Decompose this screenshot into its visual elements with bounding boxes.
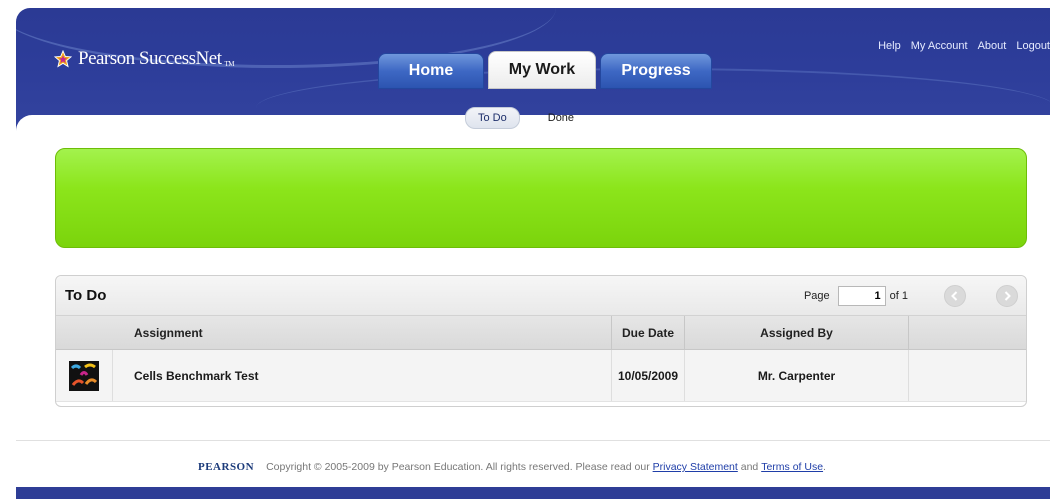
column-header-assigned-by[interactable]: Assigned By	[685, 316, 909, 349]
utility-links: Help My Account About Logout	[878, 40, 1050, 52]
work-subtabs: To Do Done	[465, 107, 586, 129]
tab-home[interactable]: Home	[378, 53, 484, 89]
privacy-statement-link[interactable]: Privacy Statement	[653, 461, 738, 473]
main-tabs: Home My Work Progress	[378, 51, 712, 89]
terms-of-use-link[interactable]: Terms of Use	[761, 461, 823, 473]
row-icon-cell	[56, 350, 113, 401]
subtab-to-do[interactable]: To Do	[465, 107, 520, 129]
page-label: Page	[803, 289, 830, 302]
copyright-text: Copyright © 2005-2009 by Pearson Educati…	[266, 461, 650, 473]
tab-progress[interactable]: Progress	[600, 53, 712, 89]
assignment-name[interactable]: Cells Benchmark Test	[113, 369, 611, 383]
brand-name: Pearson SuccessNet	[78, 48, 222, 69]
green-banner	[55, 148, 1027, 248]
table-row[interactable]: Cells Benchmark Test 10/05/2009 Mr. Carp…	[56, 350, 1026, 402]
page-count-label: of 1	[889, 289, 908, 302]
logout-link[interactable]: Logout	[1016, 40, 1050, 52]
star-logo-icon	[54, 50, 72, 68]
about-link[interactable]: About	[978, 40, 1007, 52]
site-footer: PEARSON Copyright © 2005-2009 by Pearson…	[16, 440, 1050, 487]
pearson-successnet-logo[interactable]: Pearson SuccessNet TM	[54, 48, 234, 70]
footer-content: PEARSON Copyright © 2005-2009 by Pearson…	[198, 461, 826, 473]
todo-table-header: To Do Page of 1	[56, 276, 1026, 316]
previous-page-icon[interactable]	[944, 284, 966, 307]
and-text: and	[740, 461, 759, 473]
column-header-assignment[interactable]: Assignment	[113, 326, 611, 340]
trademark-mark: TM	[224, 60, 235, 68]
help-link[interactable]: Help	[878, 40, 901, 52]
table-column-headers: Assignment Due Date Assigned By	[56, 316, 1026, 350]
my-account-link[interactable]: My Account	[911, 40, 968, 52]
assessment-icon	[69, 360, 99, 391]
due-date-cell: 10/05/2009	[611, 350, 685, 401]
pearson-footer-logo: PEARSON	[198, 461, 255, 473]
footer-period: .	[823, 461, 826, 473]
column-header-due-date[interactable]: Due Date	[611, 316, 685, 349]
next-page-icon[interactable]	[996, 284, 1018, 307]
todo-title: To Do	[65, 287, 107, 304]
pagination: Page of 1	[803, 284, 1018, 307]
tab-my-work[interactable]: My Work	[488, 51, 596, 89]
assigned-by-cell: Mr. Carpenter	[685, 350, 909, 401]
subtab-done[interactable]: Done	[536, 108, 586, 128]
page-number-input[interactable]	[837, 285, 886, 306]
todo-table: To Do Page of 1 Assignment Due Date Assi…	[55, 275, 1027, 407]
bottom-bar	[16, 487, 1050, 499]
